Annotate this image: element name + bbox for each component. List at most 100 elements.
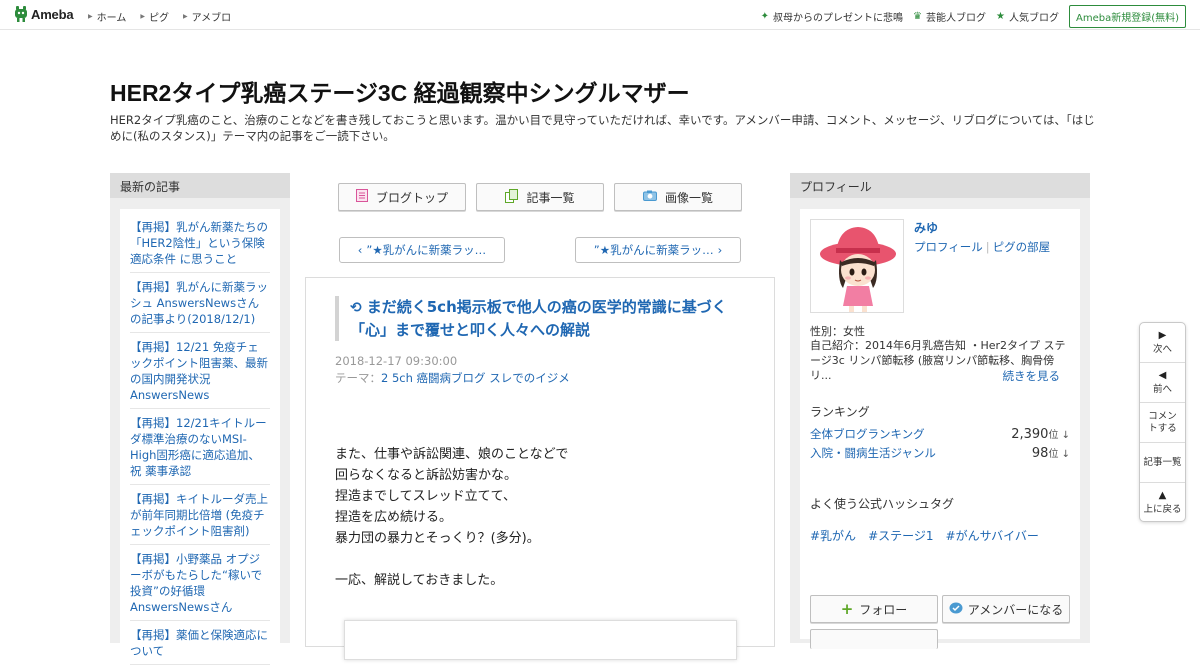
recent-article-link[interactable]: 【再掲】12/21 免疫チェックポイント阻害薬、最新の国内開発状況 Answer… bbox=[130, 339, 270, 409]
chevron-right-icon: ▶ bbox=[182, 13, 188, 20]
hashtag-heading: よく使う公式ハッシュタグ bbox=[810, 497, 955, 511]
nav-label: アメブロ bbox=[191, 13, 232, 24]
trending-link[interactable]: ✦ 叔母からのプレゼントに悲鳴 bbox=[761, 9, 903, 24]
play-right-icon: ▶ bbox=[1158, 329, 1167, 341]
ranking-row: 入院・闘病生活ジャンル 98位 ↓ bbox=[810, 442, 1070, 461]
register-button[interactable]: Ameba新規登録(無料) bbox=[1068, 5, 1186, 28]
comment-button[interactable]: コメントする bbox=[1140, 403, 1185, 443]
ranking-label[interactable]: 全体ブログランキング bbox=[810, 426, 925, 442]
camera-icon bbox=[642, 190, 657, 204]
theme-prefix: テーマ： bbox=[335, 371, 381, 385]
chevron-right-icon: ▶ bbox=[88, 13, 93, 20]
hashtag-link[interactable]: #がんサバイバー bbox=[946, 527, 1039, 544]
button-label: フォロー bbox=[859, 602, 908, 617]
recent-article-link[interactable]: 【再掲】乳がんに新薬ラッシュ AnswersNewsさんの記事より(2018/1… bbox=[130, 279, 270, 333]
ranking-value: 2,390位 ↓ bbox=[1011, 423, 1070, 442]
separator: | bbox=[985, 240, 990, 254]
button-label: アメンバーになる bbox=[967, 602, 1064, 617]
float-nav-label: コメントする bbox=[1148, 410, 1177, 434]
global-nav: ▶ ホーム ▶ ピグ ▶ アメブロ bbox=[88, 9, 245, 24]
button-label: 画像一覧 bbox=[664, 190, 713, 205]
message-button[interactable] bbox=[810, 629, 938, 649]
celebrity-blog-link[interactable]: ♛ 芸能人ブログ bbox=[913, 9, 986, 24]
triangle-up-icon: ▲ bbox=[1158, 490, 1167, 501]
article-body: また、仕事や訴訟関連、娘のことなどで 回らなくなると訴訟妨害かな。 捏造までして… bbox=[335, 447, 569, 588]
blog-title[interactable]: HER2タイプ乳癌ステージ3C 経過観察中シングルマザー bbox=[110, 74, 690, 108]
ranking-label[interactable]: 入院・闘病生活ジャンル bbox=[810, 445, 936, 461]
rank-number: 98 bbox=[1031, 446, 1049, 461]
float-nav-label: 前へ bbox=[1152, 383, 1172, 395]
header-right-links: ✦ 叔母からのプレゼントに悲鳴 ♛ 芸能人ブログ ★ 人気ブログ Ameba新規登録(… bbox=[761, 5, 1186, 28]
hashtag-link[interactable]: #乳がん bbox=[810, 527, 856, 544]
ameba-logo[interactable]: Ameba bbox=[14, 6, 74, 23]
recent-article-link[interactable]: 【再掲】薬価と保険適応について bbox=[130, 627, 270, 665]
hashtag-link[interactable]: #ステージ1 bbox=[868, 527, 933, 544]
theme-link[interactable]: 2 5ch 癌闘病ブログ スレでのイジメ bbox=[381, 371, 570, 385]
profile-links: プロフィール | ピグの部屋 bbox=[914, 239, 1050, 255]
rank-number: 2,390 bbox=[1011, 427, 1049, 442]
recent-articles-heading: 最新の記事 bbox=[110, 173, 290, 198]
article-title[interactable]: ⟲ まだ続く5ch掲示板で他人の癌の医学的常識に基づく「心」まで覆せと叩く人々への… bbox=[335, 296, 735, 341]
float-nav-label: 次へ bbox=[1152, 343, 1172, 355]
blog-top-icon bbox=[355, 189, 368, 205]
prev-article-link[interactable]: ‹ ”★乳がんに新薬ラッ… bbox=[339, 237, 505, 263]
article-list-icon bbox=[505, 188, 519, 206]
article-title-text: まだ続く5ch掲示板で他人の癌の医学的常識に基づく「心」まで覆せと叩く人々への解… bbox=[350, 298, 727, 339]
next-article-label: ”★乳がんに新薬ラッ… bbox=[593, 243, 714, 257]
follow-button[interactable]: + フォロー bbox=[810, 595, 938, 623]
link-label: 人気ブログ bbox=[1008, 13, 1059, 24]
nav-pigg[interactable]: ▶ ピグ bbox=[140, 9, 169, 24]
button-label: 記事一覧 bbox=[526, 190, 575, 205]
article-list-button[interactable]: 記事一覧 bbox=[476, 183, 604, 211]
prev-button[interactable]: ◀ 前へ bbox=[1140, 363, 1185, 403]
blog-top-button[interactable]: ブログトップ bbox=[338, 183, 466, 211]
blog-description: HER2タイプ乳癌のこと、治療のことなどを書き残しておこうと思います。温かい目で… bbox=[110, 113, 1095, 143]
rank-unit: 位 ↓ bbox=[1048, 449, 1070, 460]
left-sidebar: 最新の記事 【再掲】乳がん新薬たちの「HER2陰性」という保険適応条件 に思うこ… bbox=[110, 173, 290, 671]
article-date: 2018-12-17 09:30:00 bbox=[335, 354, 458, 368]
ameba-mascot-icon bbox=[14, 6, 28, 23]
reblog-icon: ⟲ bbox=[350, 300, 362, 316]
article-theme: テーマ：2 5ch 癌闘病ブログ スレでのイジメ bbox=[335, 370, 570, 386]
amember-button[interactable]: アメンバーになる bbox=[942, 595, 1070, 623]
global-header: Ameba ▶ ホーム ▶ ピグ ▶ アメブロ ✦ 叔母からのプレゼントに悲鳴 ♛ 芸能人… bbox=[0, 0, 1200, 30]
avatar[interactable] bbox=[810, 219, 904, 313]
read-more-link[interactable]: 続きを見る bbox=[1003, 368, 1061, 384]
floating-nav: ▶ 次へ ◀ 前へ コメントする 記事一覧 ▲ 上に戻る bbox=[1139, 322, 1186, 522]
nav-ameblo[interactable]: ▶ アメブロ bbox=[183, 9, 231, 24]
article: ⟲ まだ続く5ch掲示板で他人の癌の医学的常識に基づく「心」まで覆せと叩く人々への… bbox=[305, 277, 775, 660]
float-nav-label: 上に戻る bbox=[1143, 504, 1182, 515]
float-nav-label: 記事一覧 bbox=[1143, 456, 1182, 468]
recent-article-link[interactable]: 【再掲】小野薬品 オプジーボがもたらした“稼いで投資”の好循環 AnswersN… bbox=[130, 551, 270, 621]
rank-unit: 位 ↓ bbox=[1048, 430, 1070, 441]
prev-article-label: ”★乳がんに新薬ラッ… bbox=[366, 243, 487, 257]
profile-name[interactable]: みゆ bbox=[914, 219, 938, 236]
embedded-card[interactable] bbox=[344, 620, 737, 660]
ranking-value: 98位 ↓ bbox=[1032, 442, 1070, 461]
popular-blog-link[interactable]: ★ 人気ブログ bbox=[996, 9, 1059, 24]
profile-link[interactable]: プロフィール bbox=[914, 240, 983, 254]
hashtag-list: #乳がん #ステージ1 #がんサバイバー bbox=[810, 527, 1051, 544]
play-left-icon: ◀ bbox=[1158, 369, 1167, 381]
chevron-right-icon: › bbox=[717, 243, 723, 257]
recent-article-link[interactable]: 【再掲】乳がん新薬たちの「HER2陰性」という保険適応条件 に思うこと bbox=[130, 219, 270, 273]
image-list-button[interactable]: 画像一覧 bbox=[614, 183, 742, 211]
next-article-link[interactable]: ”★乳がんに新薬ラッ… › bbox=[575, 237, 741, 263]
article-list-float-button[interactable]: 記事一覧 bbox=[1140, 443, 1185, 483]
plus-icon: + bbox=[840, 600, 854, 618]
link-label: 芸能人ブログ bbox=[926, 13, 987, 24]
recent-article-link[interactable]: 【再掲】キイトルーダ売上が前年同期比倍増 (免疫チェックポイント阻害剤) bbox=[130, 491, 270, 545]
nav-home[interactable]: ▶ ホーム bbox=[88, 9, 126, 24]
logo-text: Ameba bbox=[31, 7, 74, 22]
star-icon: ★ bbox=[996, 11, 1005, 22]
chevron-left-icon: ‹ bbox=[357, 243, 363, 257]
next-button[interactable]: ▶ 次へ bbox=[1140, 323, 1185, 363]
back-to-top-button[interactable]: ▲ 上に戻る bbox=[1140, 483, 1185, 523]
right-sidebar: プロフィール みゆ プロフィール | ピグの部屋 性別：女性 自己紹介：2014… bbox=[790, 173, 1090, 649]
nav-label: ピグ bbox=[148, 13, 169, 24]
pigg-room-link[interactable]: ピグの部屋 bbox=[993, 240, 1051, 254]
ranking-row: 全体ブログランキング 2,390位 ↓ bbox=[810, 423, 1070, 442]
recent-article-link[interactable]: 【再掲】12/21キイトルーダ標準治療のないMSI-High固形癌に適応追加、祝… bbox=[130, 415, 270, 485]
recent-articles-list: 【再掲】乳がん新薬たちの「HER2陰性」という保険適応条件 に思うこと 【再掲】… bbox=[120, 209, 280, 671]
button-label: ブログトップ bbox=[375, 190, 448, 205]
